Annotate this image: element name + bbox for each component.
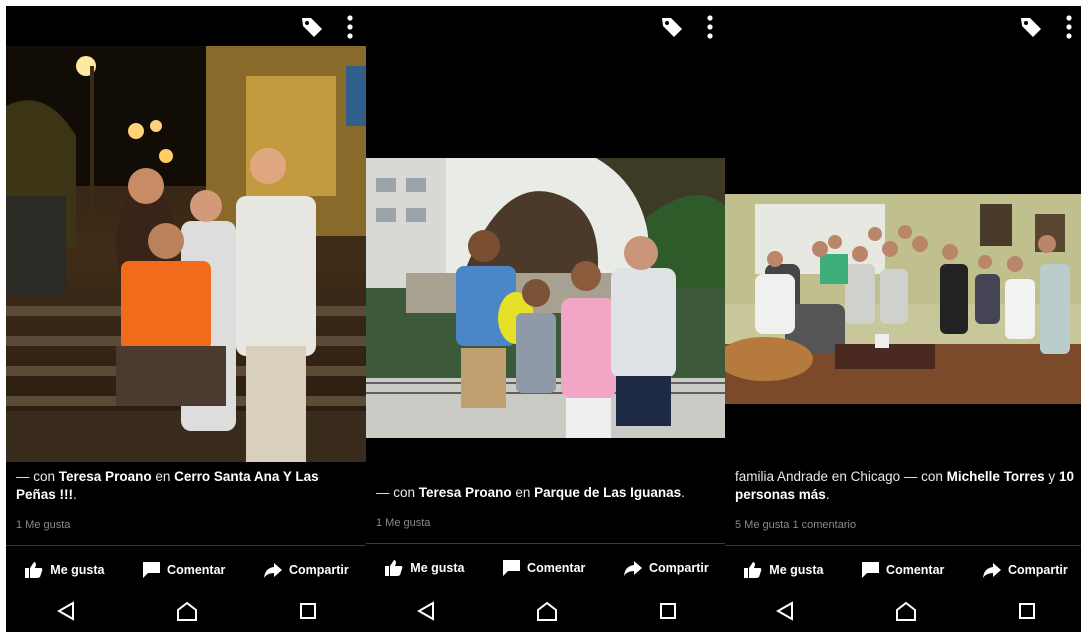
like-button[interactable]: Me gusta xyxy=(744,562,823,578)
caption-tail: . xyxy=(825,487,830,502)
place-link[interactable]: Parque de Las Iguanas xyxy=(534,485,681,500)
recents-button[interactable] xyxy=(1007,593,1047,629)
share-label: Compartir xyxy=(648,561,709,575)
post-photo[interactable] xyxy=(6,46,368,462)
home-button[interactable] xyxy=(527,593,567,629)
share-label: Compartir xyxy=(1007,563,1068,577)
share-label: Compartir xyxy=(288,563,349,577)
post-caption: — con Teresa Proano en Parque de Las Igu… xyxy=(376,484,716,502)
top-bar xyxy=(725,6,1081,46)
share-arrow-icon xyxy=(263,562,282,578)
comment-label: Comentar xyxy=(886,563,945,577)
divider xyxy=(366,543,728,544)
post-caption: — con Teresa Proano en Cerro Santa Ana Y… xyxy=(16,468,356,504)
thumbs-up-icon xyxy=(385,560,403,576)
back-button[interactable] xyxy=(46,593,86,629)
likes-comments-count[interactable]: 5 Me gusta 1 comentario xyxy=(735,519,856,531)
recents-square-icon xyxy=(299,603,316,619)
caption-prefix: familia Andrade en Chicago — con xyxy=(735,469,947,484)
comment-label: Comentar xyxy=(527,561,586,575)
like-label: Me gusta xyxy=(769,563,824,577)
divider xyxy=(725,545,1081,546)
like-label: Me gusta xyxy=(410,561,465,575)
caption-prefix: — con xyxy=(16,469,59,484)
caption-connector: en xyxy=(511,485,535,500)
back-button[interactable] xyxy=(406,593,446,629)
photo-viewer-3: familia Andrade en Chicago — con Michell… xyxy=(725,6,1081,632)
home-button[interactable] xyxy=(167,593,207,629)
back-triangle-icon xyxy=(776,601,794,621)
like-button[interactable]: Me gusta xyxy=(385,560,464,576)
comment-button[interactable]: Comentar xyxy=(143,562,225,578)
likes-count[interactable]: 1 Me gusta xyxy=(376,517,430,529)
comment-icon xyxy=(862,562,880,578)
share-button[interactable]: Compartir xyxy=(263,562,349,578)
tagged-person-link[interactable]: Michelle Torres xyxy=(947,469,1045,484)
back-triangle-icon xyxy=(417,601,435,621)
tag-icon[interactable] xyxy=(660,15,684,39)
home-icon xyxy=(536,601,557,621)
likes-count[interactable]: 1 Me gusta xyxy=(16,519,70,531)
top-bar xyxy=(366,6,728,46)
photo-image xyxy=(725,194,1081,404)
tag-icon[interactable] xyxy=(1019,15,1043,39)
post-photo[interactable] xyxy=(725,194,1081,404)
share-button[interactable]: Compartir xyxy=(623,560,709,576)
android-nav-bar xyxy=(366,590,728,632)
divider xyxy=(6,545,368,546)
recents-button[interactable] xyxy=(288,593,328,629)
more-vertical-icon[interactable] xyxy=(342,14,358,40)
post-caption: familia Andrade en Chicago — con Michell… xyxy=(735,468,1075,504)
comment-icon xyxy=(503,560,521,576)
like-label: Me gusta xyxy=(50,563,105,577)
top-bar xyxy=(6,6,368,46)
caption-connector: en xyxy=(151,469,175,484)
tagged-person-link[interactable]: Teresa Proano xyxy=(59,469,152,484)
back-triangle-icon xyxy=(57,601,75,621)
comment-button[interactable]: Comentar xyxy=(503,560,585,576)
recents-square-icon xyxy=(1018,603,1035,619)
photo-viewer-1: — con Teresa Proano en Cerro Santa Ana Y… xyxy=(6,6,368,632)
photo-image xyxy=(6,46,368,462)
thumbs-up-icon xyxy=(744,562,762,578)
caption-tail: . xyxy=(73,487,77,502)
share-arrow-icon xyxy=(982,562,1001,578)
home-button[interactable] xyxy=(886,593,926,629)
thumbs-up-icon xyxy=(25,562,43,578)
post-photo[interactable] xyxy=(366,158,728,438)
comment-button[interactable]: Comentar xyxy=(862,562,944,578)
photo-viewer-2: — con Teresa Proano en Parque de Las Igu… xyxy=(366,6,728,632)
android-nav-bar xyxy=(6,590,368,632)
share-arrow-icon xyxy=(623,560,642,576)
share-button[interactable]: Compartir xyxy=(982,562,1068,578)
home-icon xyxy=(176,601,197,621)
home-icon xyxy=(895,601,916,621)
recents-square-icon xyxy=(659,603,676,619)
action-bar: Me gusta Comentar Compartir xyxy=(725,552,1081,588)
photo-image xyxy=(366,158,728,438)
action-bar: Me gusta Comentar Compartir xyxy=(366,550,728,586)
comment-icon xyxy=(143,562,161,578)
tagged-person-link[interactable]: Teresa Proano xyxy=(419,485,512,500)
caption-connector: y xyxy=(1044,469,1059,484)
comment-label: Comentar xyxy=(167,563,226,577)
android-nav-bar xyxy=(725,590,1081,632)
action-bar: Me gusta Comentar Compartir xyxy=(6,552,368,588)
more-vertical-icon[interactable] xyxy=(702,14,718,40)
caption-tail: . xyxy=(681,485,685,500)
caption-prefix: — con xyxy=(376,485,419,500)
like-button[interactable]: Me gusta xyxy=(25,562,104,578)
tag-icon[interactable] xyxy=(300,15,324,39)
back-button[interactable] xyxy=(765,593,805,629)
recents-button[interactable] xyxy=(648,593,688,629)
more-vertical-icon[interactable] xyxy=(1061,14,1077,40)
